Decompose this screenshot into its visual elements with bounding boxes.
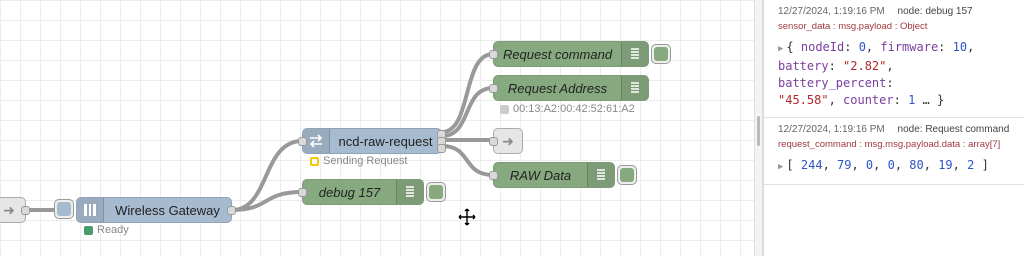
status-dot-icon xyxy=(500,104,509,114)
message-timestamp: 12/27/2024, 1:19:16 PM xyxy=(778,6,885,17)
toggle-indicator xyxy=(429,185,443,199)
raw-data-node[interactable]: RAW Data xyxy=(489,162,615,188)
node-label: ncd-raw-request xyxy=(338,133,433,149)
wire-ncd-to-request-command xyxy=(440,52,495,134)
message-node-link[interactable]: node: Request command xyxy=(898,124,1010,135)
debug-message: 12/27/2024, 1:19:16 PM node: Request com… xyxy=(764,118,1024,185)
request-command-node[interactable]: Request command xyxy=(489,41,649,67)
flow-canvas[interactable]: ➜ Wireless Gateway Ready ncd-raw-request… xyxy=(0,0,762,256)
gateway-status: Ready xyxy=(84,224,129,236)
gateway-icon xyxy=(77,198,104,222)
message-topic: request_command : msg.msg.payload.data :… xyxy=(778,139,1001,150)
toggle-indicator xyxy=(654,47,668,61)
ncd-raw-request-node[interactable]: ncd-raw-request xyxy=(298,128,446,154)
raw-data-toggle-button[interactable] xyxy=(617,165,637,185)
request-address-node[interactable]: Request Address xyxy=(489,75,649,101)
debug-toggle-button[interactable] xyxy=(426,182,446,202)
input-port[interactable] xyxy=(489,137,498,146)
request-address-status: 00:13:A2:00:42:52:61:A2 xyxy=(500,103,635,115)
output-port[interactable] xyxy=(21,206,30,215)
toggle-indicator xyxy=(57,202,71,216)
toggle-indicator xyxy=(620,168,634,182)
debug-sidebar: 12/27/2024, 1:19:16 PM node: debug 157 s… xyxy=(764,0,1024,256)
link-out-node[interactable]: ➜ xyxy=(489,128,523,154)
message-timestamp: 12/27/2024, 1:19:16 PM xyxy=(778,124,885,135)
node-label: Request command xyxy=(502,46,613,62)
request-command-toggle-button[interactable] xyxy=(651,44,671,64)
input-port[interactable] xyxy=(489,50,498,59)
expand-caret-icon[interactable]: ▶ xyxy=(778,162,783,172)
input-port[interactable] xyxy=(298,137,307,146)
input-port[interactable] xyxy=(298,188,307,197)
node-label: Wireless Gateway xyxy=(115,202,220,218)
message-payload[interactable]: ▶{ nodeId: 0, firmware: 10, battery: "2.… xyxy=(778,39,1016,109)
gateway-toggle[interactable] xyxy=(54,199,74,219)
status-text: 00:13:A2:00:42:52:61:A2 xyxy=(513,103,635,115)
status-text: Ready xyxy=(97,224,129,236)
list-icon xyxy=(621,76,648,100)
expand-caret-icon[interactable]: ▶ xyxy=(778,44,783,54)
input-port[interactable] xyxy=(489,171,498,180)
node-label: Request Address xyxy=(507,80,608,96)
link-out-icon: ➜ xyxy=(502,132,514,149)
list-icon xyxy=(621,42,648,66)
message-meta: 12/27/2024, 1:19:16 PM node: debug 157 xyxy=(778,6,1016,17)
swap-arrows-icon xyxy=(303,129,330,153)
wireless-gateway-node[interactable]: Wireless Gateway xyxy=(76,197,236,223)
move-cursor-icon xyxy=(458,208,476,231)
debug-157-node[interactable]: debug 157 xyxy=(298,179,424,205)
status-dot-icon xyxy=(84,225,93,235)
message-payload[interactable]: ▶[ 244, 79, 0, 0, 80, 19, 2 ] xyxy=(778,157,1016,176)
list-icon xyxy=(396,180,423,204)
message-node-link[interactable]: node: debug 157 xyxy=(898,6,973,17)
status-text: Sending Request xyxy=(323,155,408,167)
list-icon xyxy=(587,163,614,187)
input-port[interactable] xyxy=(489,84,498,93)
status-ring-icon xyxy=(310,156,319,166)
message-topic: sensor_data : msg.payload : Object xyxy=(778,21,928,32)
scrollbar-grip[interactable] xyxy=(757,116,760,146)
node-label: RAW Data xyxy=(509,167,572,183)
wire-ncd-to-raw-data xyxy=(440,144,495,177)
output-port[interactable] xyxy=(437,144,446,153)
message-meta: 12/27/2024, 1:19:16 PM node: Request com… xyxy=(778,124,1016,135)
ncd-status: Sending Request xyxy=(310,155,407,167)
debug-message: 12/27/2024, 1:19:16 PM node: debug 157 s… xyxy=(764,0,1024,118)
output-port[interactable] xyxy=(227,206,236,215)
node-label: debug 157 xyxy=(318,184,381,200)
link-in-node[interactable]: ➜ xyxy=(0,197,30,223)
